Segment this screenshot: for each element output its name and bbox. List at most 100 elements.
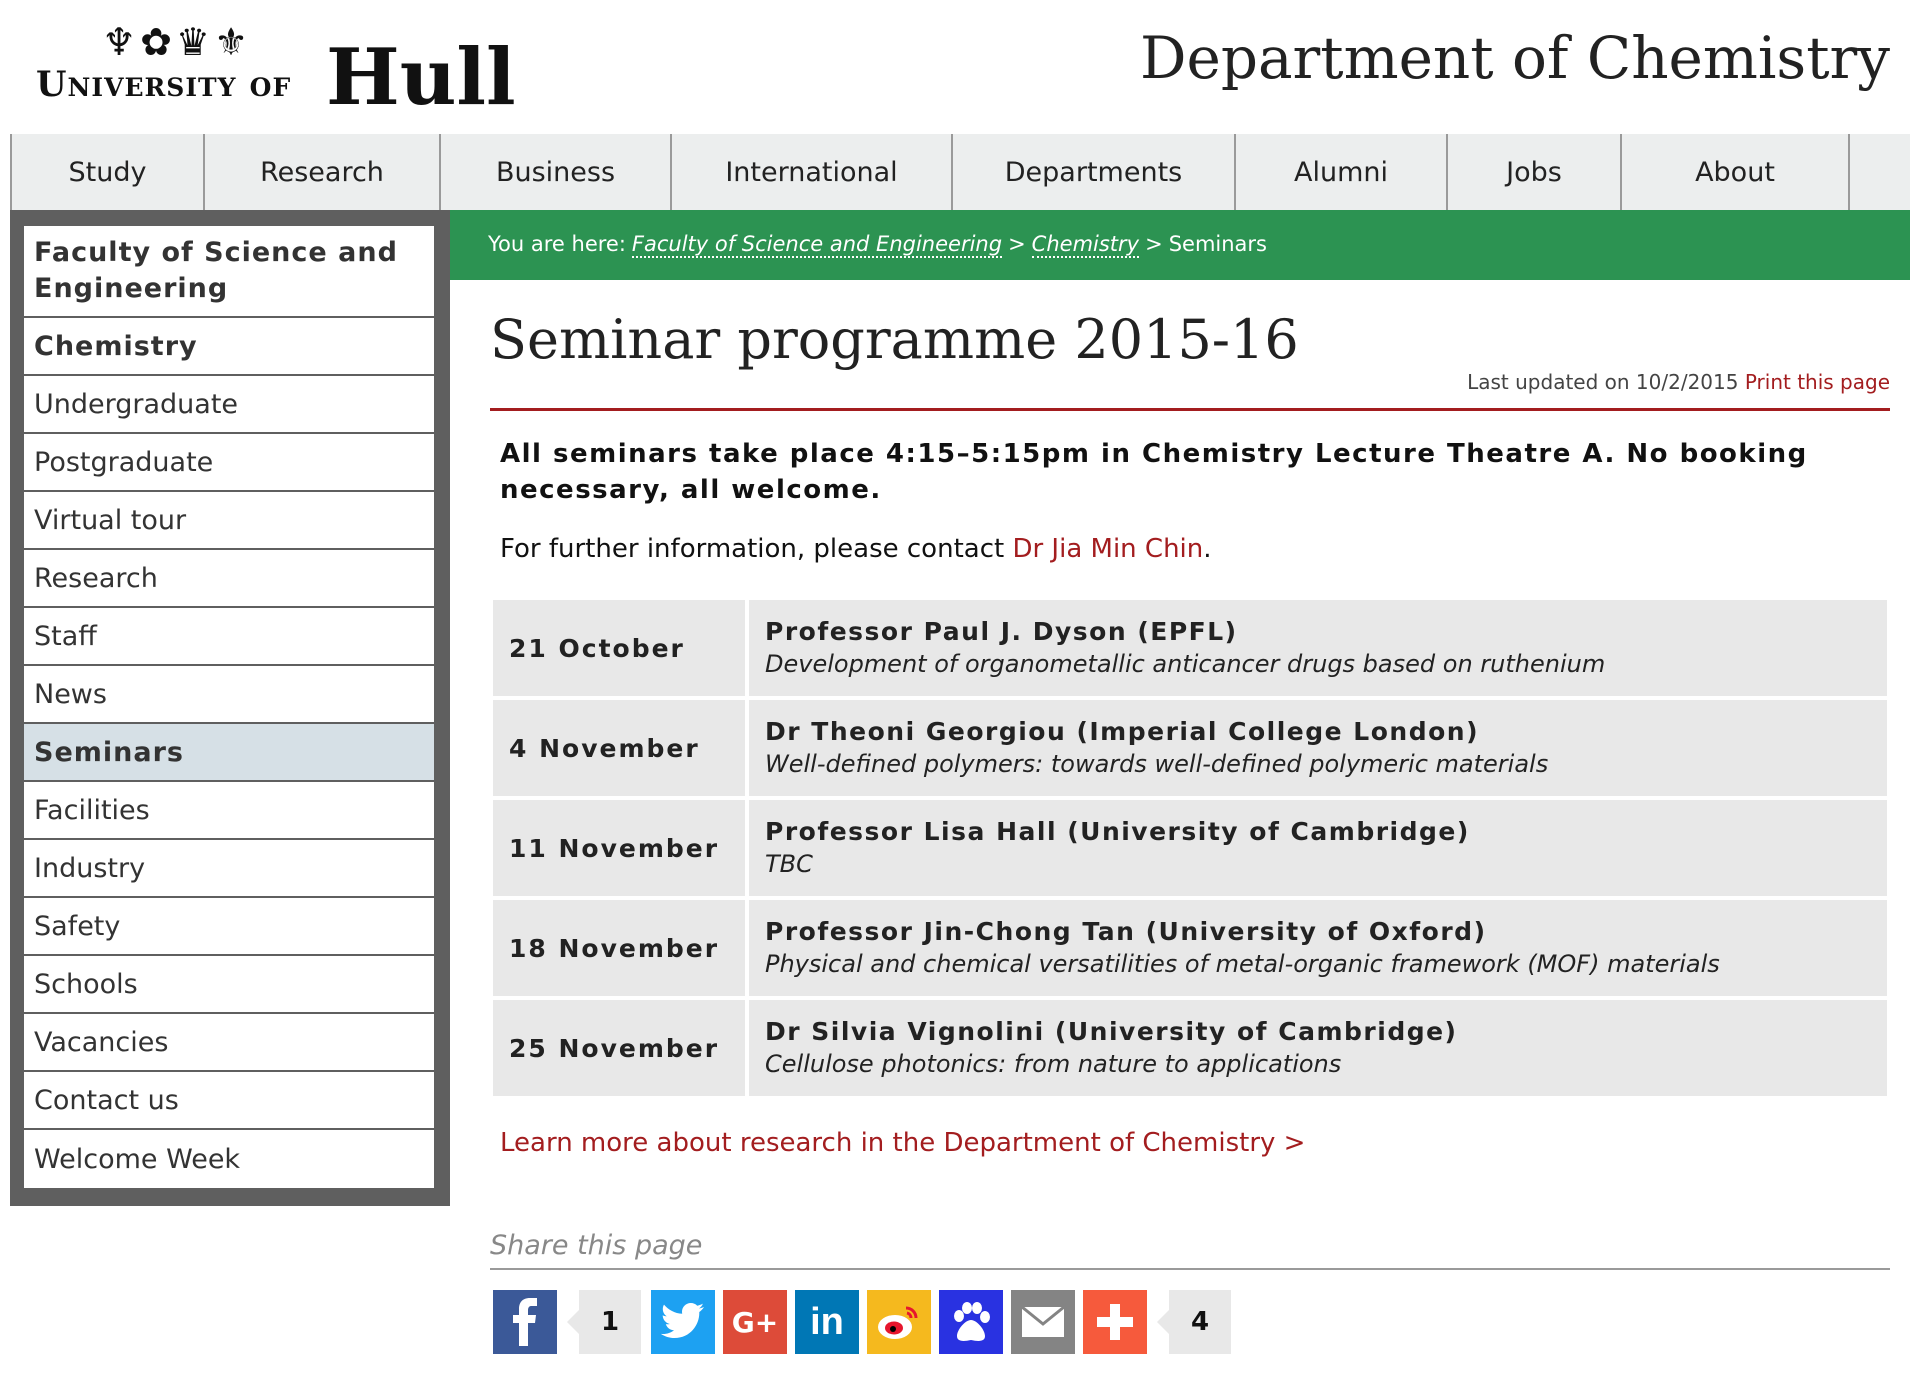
nav-about[interactable]: About xyxy=(1620,134,1848,210)
sidebar-item-virtual-tour[interactable]: Virtual tour xyxy=(24,492,434,550)
weibo-share-button[interactable] xyxy=(867,1290,931,1354)
share-buttons: 1 G+ in 4 xyxy=(493,1290,1241,1354)
nav-international[interactable]: International xyxy=(670,134,951,210)
seminar-details: Professor Lisa Hall (University of Cambr… xyxy=(749,800,1887,896)
seminar-speaker: Professor Jin-Chong Tan (University of O… xyxy=(765,917,1487,946)
breadcrumb: You are here: Faculty of Science and Eng… xyxy=(488,232,1267,258)
seminar-details: Dr Silvia Vignolini (University of Cambr… xyxy=(749,1000,1887,1096)
nav-research[interactable]: Research xyxy=(203,134,439,210)
breadcrumb-current: Seminars xyxy=(1168,232,1267,256)
seminar-table: 21 October Professor Paul J. Dyson (EPFL… xyxy=(493,600,1887,1100)
seminar-speaker: Professor Lisa Hall (University of Cambr… xyxy=(765,817,1470,846)
sidebar-item-faculty[interactable]: Faculty of Science and Engineering xyxy=(24,226,434,318)
seminar-row: 18 November Professor Jin-Chong Tan (Uni… xyxy=(493,900,1887,996)
weibo-icon xyxy=(878,1306,918,1339)
sidebar: Faculty of Science and Engineering Chemi… xyxy=(10,210,450,1206)
seminar-date: 25 November xyxy=(493,1000,745,1096)
seminar-talk-title: Physical and chemical versatilities of m… xyxy=(765,950,1720,978)
breadcrumb-link-chemistry[interactable]: Chemistry xyxy=(1031,232,1140,258)
facebook-share-count: 1 xyxy=(567,1290,641,1354)
nav-spacer xyxy=(1848,134,1910,210)
sidebar-item-vacancies[interactable]: Vacancies xyxy=(24,1014,434,1072)
seminar-talk-title: TBC xyxy=(765,850,813,878)
seminar-row: 11 November Professor Lisa Hall (Univers… xyxy=(493,800,1887,896)
sidebar-item-welcome-week[interactable]: Welcome Week xyxy=(24,1130,434,1188)
sidebar-item-undergraduate[interactable]: Undergraduate xyxy=(24,376,434,434)
seminar-row: 4 November Dr Theoni Georgiou (Imperial … xyxy=(493,700,1887,796)
facebook-share-button[interactable] xyxy=(493,1290,557,1354)
sidebar-item-news[interactable]: News xyxy=(24,666,434,724)
sidebar-item-facilities[interactable]: Facilities xyxy=(24,782,434,840)
google-plus-icon: G+ xyxy=(731,1305,779,1339)
nav-alumni[interactable]: Alumni xyxy=(1234,134,1446,210)
contact-link[interactable]: Dr Jia Min Chin xyxy=(1012,534,1203,564)
seminar-date: 11 November xyxy=(493,800,745,896)
email-icon xyxy=(1021,1306,1065,1337)
breadcrumb-prefix: You are here: xyxy=(488,232,626,256)
sidebar-item-seminars[interactable]: Seminars xyxy=(24,724,434,782)
share-divider xyxy=(490,1268,1890,1270)
seminar-date: 18 November xyxy=(493,900,745,996)
sidebar-item-chemistry[interactable]: Chemistry xyxy=(24,318,434,376)
sidebar-item-contact-us[interactable]: Contact us xyxy=(24,1072,434,1130)
seminar-talk-title: Development of organometallic anticancer… xyxy=(765,650,1606,678)
contact-text: For further information, please contact xyxy=(500,534,1005,564)
twitter-icon xyxy=(661,1303,704,1338)
baidu-icon xyxy=(954,1302,990,1341)
sidebar-item-industry[interactable]: Industry xyxy=(24,840,434,898)
seminar-details: Professor Jin-Chong Tan (University of O… xyxy=(749,900,1887,996)
logo-emblem-icons: ♆✿♛⚜ xyxy=(102,20,253,64)
seminar-speaker: Dr Silvia Vignolini (University of Cambr… xyxy=(765,1017,1458,1046)
email-share-button[interactable] xyxy=(1011,1290,1075,1354)
learn-more-research-link[interactable]: Learn more about research in the Departm… xyxy=(500,1128,1305,1158)
total-share-count: 4 xyxy=(1157,1290,1231,1354)
sidebar-item-schools[interactable]: Schools xyxy=(24,956,434,1014)
baidu-share-button[interactable] xyxy=(939,1290,1003,1354)
nav-study[interactable]: Study xyxy=(10,134,203,210)
facebook-icon xyxy=(513,1298,537,1346)
seminar-row: 21 October Professor Paul J. Dyson (EPFL… xyxy=(493,600,1887,696)
seminar-date: 4 November xyxy=(493,700,745,796)
breadcrumb-link-faculty[interactable]: Faculty of Science and Engineering xyxy=(631,232,1003,258)
plus-icon xyxy=(1097,1304,1133,1340)
seminar-speaker: Dr Theoni Georgiou (Imperial College Lon… xyxy=(765,717,1479,746)
logo-university-text: University of xyxy=(36,64,292,105)
sidebar-item-postgraduate[interactable]: Postgraduate xyxy=(24,434,434,492)
linkedin-icon: in xyxy=(810,1300,844,1343)
university-logo[interactable]: ♆✿♛⚜ University of Hull xyxy=(36,20,516,118)
seminar-date: 21 October xyxy=(493,600,745,696)
google-plus-share-button[interactable]: G+ xyxy=(723,1290,787,1354)
seminar-speaker: Professor Paul J. Dyson (EPFL) xyxy=(765,617,1238,646)
seminar-intro: All seminars take place 4:15–5:15pm in C… xyxy=(500,439,1808,505)
seminar-row: 25 November Dr Silvia Vignolini (Univers… xyxy=(493,1000,1887,1096)
print-page-link[interactable]: Print this page xyxy=(1745,370,1890,394)
department-title: Department of Chemistry xyxy=(1140,24,1890,92)
seminar-details: Dr Theoni Georgiou (Imperial College Lon… xyxy=(749,700,1887,796)
seminar-details: Professor Paul J. Dyson (EPFL) Developme… xyxy=(749,600,1887,696)
share-label: Share this page xyxy=(490,1230,703,1261)
nav-jobs[interactable]: Jobs xyxy=(1446,134,1620,210)
contact-end: . xyxy=(1203,534,1212,564)
more-share-button[interactable] xyxy=(1083,1290,1147,1354)
site-header: ♆✿♛⚜ University of Hull Department of Ch… xyxy=(0,0,1910,134)
logo-hull-text: Hull xyxy=(326,32,516,123)
top-navigation: Study Research Business International De… xyxy=(10,134,1910,210)
breadcrumb-separator: > xyxy=(1145,232,1163,256)
seminar-talk-title: Cellulose photonics: from nature to appl… xyxy=(765,1050,1342,1078)
page-title: Seminar programme 2015-16 xyxy=(490,308,1299,371)
nav-business[interactable]: Business xyxy=(439,134,670,210)
last-updated-text: Last updated on 10/2/2015 xyxy=(1467,370,1739,394)
seminar-talk-title: Well-defined polymers: towards well-defi… xyxy=(765,750,1549,778)
contact-line: For further information, please contact … xyxy=(500,534,1212,564)
sidebar-item-research[interactable]: Research xyxy=(24,550,434,608)
breadcrumb-separator: > xyxy=(1008,232,1026,256)
nav-departments[interactable]: Departments xyxy=(951,134,1234,210)
last-updated: Last updated on 10/2/2015 Print this pag… xyxy=(1467,370,1890,394)
linkedin-share-button[interactable]: in xyxy=(795,1290,859,1354)
sidebar-item-safety[interactable]: Safety xyxy=(24,898,434,956)
sidebar-menu: Faculty of Science and Engineering Chemi… xyxy=(24,226,434,1188)
twitter-share-button[interactable] xyxy=(651,1290,715,1354)
title-divider xyxy=(490,408,1890,411)
breadcrumb-bar: You are here: Faculty of Science and Eng… xyxy=(450,210,1910,280)
sidebar-item-staff[interactable]: Staff xyxy=(24,608,434,666)
